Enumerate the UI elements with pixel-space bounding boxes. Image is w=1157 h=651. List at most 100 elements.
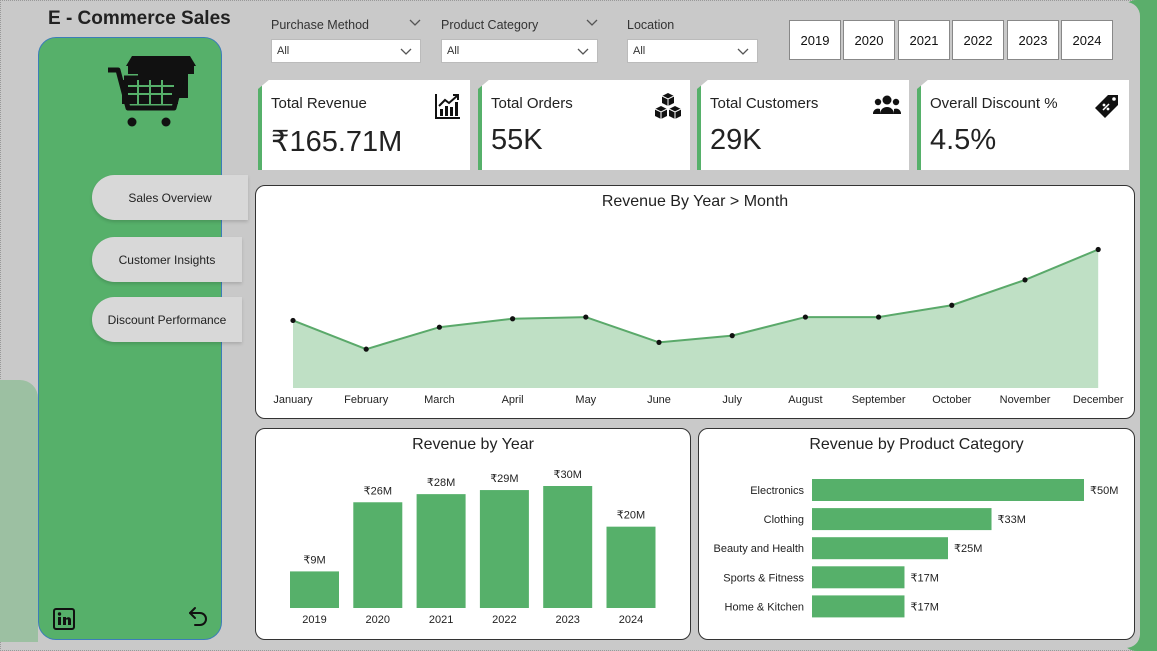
kpi-card-overall-discount: Overall Discount % 4.5% (917, 80, 1129, 170)
revenue-year-bar-chart: ₹9M 2019 ₹26M 2020 ₹28M 2021 ₹29M 2022 ₹30M 2023 ₹… (290, 469, 656, 626)
revenue-category-bar-chart: Electronics ₹50M Clothing ₹33M Beauty and He… (713, 479, 1118, 618)
chevron-down-icon[interactable] (586, 19, 598, 27)
data-label: ₹20M (617, 510, 645, 522)
bar-beauty-and-health (812, 537, 948, 560)
kpi-value: ₹165.71M (271, 126, 403, 158)
kpi-title: Overall Discount % (930, 95, 1058, 112)
location-dropdown[interactable]: All (627, 39, 758, 63)
chart-up-icon (435, 94, 460, 119)
dropdown-value: All (447, 45, 460, 57)
bar-2023 (543, 486, 593, 608)
data-point-february (363, 346, 369, 352)
x-tick-label: 2022 (492, 614, 516, 626)
year-button-2020[interactable]: 2020 (843, 20, 895, 60)
x-tick-label: April (502, 394, 524, 406)
panel-revenue-by-category: Revenue by Product Category Electronics ₹… (698, 428, 1135, 640)
left-ghost-panel (0, 380, 38, 642)
x-tick-label: January (273, 394, 313, 406)
year-button-2021[interactable]: 2021 (898, 20, 950, 60)
kpi-value: 4.5% (930, 124, 997, 156)
nav-customer-insights[interactable]: Customer Insights (92, 237, 242, 282)
kpi-card-total-customers: Total Customers 29K (697, 80, 909, 170)
x-tick-label: May (575, 394, 596, 406)
x-tick-label: 2019 (302, 614, 326, 626)
boxes-icon (654, 93, 682, 119)
y-tick-label: Clothing (764, 514, 804, 526)
data-label: ₹29M (490, 473, 518, 485)
kpi-value: 55K (491, 124, 543, 156)
slicer-label: Product Category (441, 18, 539, 32)
y-tick-label: Home & Kitchen (725, 601, 804, 613)
x-tick-label: December (1073, 394, 1124, 406)
nav-sales-overview[interactable]: Sales Overview (92, 175, 248, 220)
linkedin-icon[interactable] (53, 608, 75, 630)
purchase-method-dropdown[interactable]: All (271, 39, 421, 63)
data-label: ₹17M (910, 601, 938, 613)
x-tick-label: September (852, 394, 906, 406)
data-point-december (1095, 246, 1101, 253)
x-tick-label: 2021 (429, 614, 453, 626)
y-tick-label: Sports & Fitness (723, 572, 804, 584)
data-label: ₹25M (954, 543, 982, 555)
revenue-month-area-chart: January February March April May June July Augu… (273, 246, 1124, 406)
year-button-2024[interactable]: 2024 (1061, 20, 1113, 60)
data-point-january (290, 317, 296, 324)
bar-2022 (479, 490, 529, 608)
data-label: ₹50M (1090, 485, 1118, 497)
data-point-may (583, 314, 589, 320)
data-point-august (802, 314, 809, 320)
data-point-november (1022, 277, 1028, 283)
x-tick-label: March (424, 394, 455, 406)
data-point-july (729, 333, 735, 339)
chevron-down-icon (577, 48, 589, 55)
x-tick-label: November (1000, 394, 1051, 406)
x-tick-label: August (788, 394, 822, 406)
kpi-card-total-orders: Total Orders 55K (478, 80, 690, 170)
data-label: ₹9M (303, 554, 325, 566)
chevron-down-icon[interactable] (409, 19, 421, 27)
bar-home-kitchen (812, 595, 905, 618)
bar-2021 (416, 494, 466, 608)
x-tick-label: 2020 (366, 614, 390, 626)
x-tick-label: 2023 (555, 614, 579, 626)
product-category-dropdown[interactable]: All (441, 39, 598, 63)
slicer-purchase-method: Purchase Method All (271, 15, 421, 63)
page-title: E - Commerce Sales (48, 8, 231, 29)
data-point-april (510, 316, 516, 322)
slicer-label: Location (627, 18, 675, 32)
users-icon (873, 95, 901, 114)
x-tick-label: June (647, 394, 671, 406)
chevron-down-icon (737, 48, 749, 55)
year-button-2023[interactable]: 2023 (1007, 20, 1059, 60)
bar-2024 (606, 526, 656, 608)
x-tick-label: 2024 (619, 614, 643, 626)
dropdown-value: All (277, 45, 290, 57)
kpi-card-total-revenue: Total Revenue ₹165.71M (258, 80, 470, 170)
panel-revenue-by-year: Revenue by Year ₹9M 2019 ₹26M 2020 ₹28M 2021 ₹… (255, 428, 691, 640)
area-fill (293, 249, 1099, 388)
year-button-2022[interactable]: 2022 (952, 20, 1004, 60)
bar-clothing (812, 508, 992, 531)
data-point-september (876, 314, 882, 320)
slicer-location: Location All (627, 15, 758, 63)
data-point-june (656, 339, 662, 345)
bar-sports-fitness (812, 566, 905, 589)
x-tick-label: October (932, 394, 971, 406)
x-tick-label: February (344, 394, 389, 406)
kpi-title: Total Revenue (271, 95, 367, 112)
data-label: ₹30M (553, 469, 581, 481)
chevron-down-icon (400, 48, 412, 55)
data-label: ₹28M (427, 477, 455, 489)
y-tick-label: Beauty and Health (713, 543, 804, 555)
back-arrow-icon[interactable] (186, 604, 210, 628)
kpi-value: 29K (710, 124, 762, 156)
x-tick-label: July (722, 394, 742, 406)
slicer-label: Purchase Method (271, 18, 369, 32)
bar-2019 (290, 571, 339, 608)
data-label: ₹26M (364, 485, 392, 497)
slicer-product-category: Product Category All (441, 15, 598, 63)
year-button-2019[interactable]: 2019 (789, 20, 841, 60)
data-label: ₹17M (910, 572, 938, 584)
bar-2020 (353, 502, 403, 608)
nav-discount-performance[interactable]: Discount Performance (92, 297, 242, 342)
